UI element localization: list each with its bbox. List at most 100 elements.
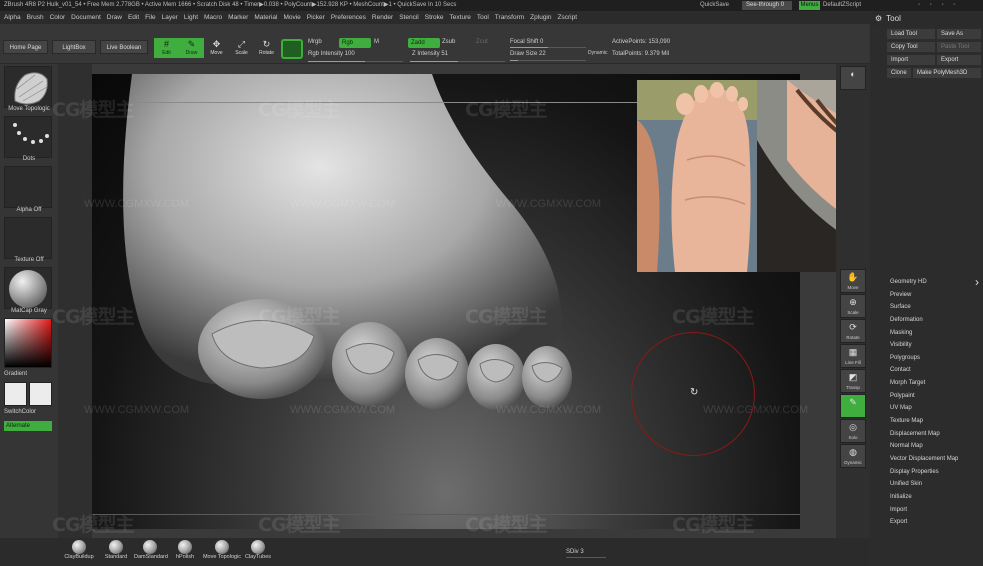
home-page-button[interactable]: Home Page	[3, 40, 48, 54]
window-controls[interactable]: ◦ ◦ ◦ ◦	[918, 0, 960, 11]
menu-draw[interactable]: Draw	[104, 11, 125, 24]
menu-marker[interactable]: Marker	[225, 11, 251, 24]
menu-preferences[interactable]: Preferences	[328, 11, 369, 24]
m-button[interactable]: M	[374, 39, 379, 45]
menu-color[interactable]: Color	[47, 11, 69, 24]
active-tool-button[interactable]: ✎	[840, 394, 866, 418]
alpha-selector[interactable]	[4, 166, 52, 208]
menu-light[interactable]: Light	[181, 11, 201, 24]
draw-size-slider[interactable]: Draw Size 22	[510, 51, 546, 57]
menu-zplugin[interactable]: Zplugin	[527, 11, 554, 24]
focal-shift-track[interactable]	[510, 47, 586, 48]
switch-color-button[interactable]: SwitchColor	[4, 409, 54, 415]
sdiv-track[interactable]	[566, 557, 606, 558]
brush-claybuildup[interactable]: ClayBuildup	[63, 540, 95, 566]
save-as-button[interactable]: Save As	[937, 29, 981, 39]
subpalette-geometry-hd[interactable]: Geometry HD	[890, 276, 983, 289]
live-boolean-button[interactable]: Live Boolean	[100, 40, 148, 54]
menu-render[interactable]: Render	[369, 11, 396, 24]
zadd-button[interactable]: Zadd	[408, 38, 440, 48]
move-mode-button[interactable]: ✥ Move	[204, 38, 229, 58]
menu-stencil[interactable]: Stencil	[396, 11, 422, 24]
menu-macro[interactable]: Macro	[201, 11, 225, 24]
brush-damstandard[interactable]: DamStandard	[134, 540, 168, 566]
rgb-intensity-slider[interactable]: Rgb Intensity 100	[308, 51, 355, 57]
menu-movie[interactable]: Movie	[280, 11, 303, 24]
subpalette-texture-map[interactable]: Texture Map	[890, 415, 983, 428]
menu-alpha[interactable]: Alpha	[0, 11, 24, 24]
menus-toggle[interactable]: Menus	[799, 1, 820, 10]
subpalette-masking[interactable]: Masking	[890, 327, 983, 340]
brush-move-topologic[interactable]: Move Topologic	[200, 540, 244, 566]
brush-standard[interactable]: Standard	[100, 540, 132, 566]
material-sphere-icon[interactable]	[281, 39, 303, 59]
menu-document[interactable]: Document	[68, 11, 104, 24]
zcut-button[interactable]: Zcut	[476, 39, 488, 45]
tool-panel-header[interactable]: ⚙ Tool	[870, 11, 983, 27]
texture-selector[interactable]	[4, 217, 52, 259]
menu-texture[interactable]: Texture	[447, 11, 474, 24]
z-intensity-slider[interactable]: Z Intensity 51	[412, 51, 448, 57]
subpalette-preview[interactable]: Preview	[890, 289, 983, 302]
menu-material[interactable]: Material	[251, 11, 280, 24]
dynamic-view-button[interactable]: ◍ Dynamic	[840, 444, 866, 468]
subpalette-visibility[interactable]: Visibility	[890, 339, 983, 352]
subpalette-normal-map[interactable]: Normal Map	[890, 440, 983, 453]
transp-button[interactable]: ◩ Transp	[840, 369, 866, 393]
subpalette-display-properties[interactable]: Display Properties	[890, 466, 983, 479]
sdiv-slider[interactable]: SDiv 3	[566, 549, 584, 555]
secondary-color-swatch[interactable]	[29, 382, 52, 406]
paste-tool-button[interactable]: Paste Tool	[937, 42, 981, 52]
menu-zscript[interactable]: Zscript	[555, 11, 581, 24]
rotate-view-button[interactable]: ⟳ Rotate	[840, 319, 866, 343]
subpalette-unified-skin[interactable]: Unified Skin	[890, 478, 983, 491]
main-color-swatch[interactable]	[4, 382, 27, 406]
rgb-button[interactable]: Rgb	[339, 38, 371, 48]
subpalette-export[interactable]: Export	[890, 516, 983, 529]
menu-file[interactable]: File	[142, 11, 158, 24]
menu-picker[interactable]: Picker	[304, 11, 328, 24]
subpalette-uv-map[interactable]: UV Map	[890, 402, 983, 415]
lightbox-button[interactable]: LightBox	[52, 40, 96, 54]
brush-hpolish[interactable]: hPolish	[169, 540, 201, 566]
scale-mode-button[interactable]: ⤢ Scale	[229, 38, 254, 58]
solo-button[interactable]: ◎ Solo	[840, 419, 866, 443]
stroke-selector[interactable]	[4, 116, 52, 158]
persp-icon[interactable]: ◐	[840, 66, 866, 90]
z-intensity-track[interactable]	[410, 61, 505, 62]
default-zscript-button[interactable]: DefaultZScript	[823, 0, 861, 11]
see-through-slider[interactable]: See-through 0	[742, 1, 792, 10]
line-fill-button[interactable]: ▦ Line Fill	[840, 344, 866, 368]
subpalette-polygroups[interactable]: Polygroups	[890, 352, 983, 365]
menu-edit[interactable]: Edit	[125, 11, 142, 24]
subpalette-initialize[interactable]: Initialize	[890, 491, 983, 504]
dynamic-toggle[interactable]: Dynamic	[588, 50, 607, 56]
make-polymesh-button[interactable]: Make PolyMesh3D	[913, 68, 981, 78]
copy-tool-button[interactable]: Copy Tool	[887, 42, 935, 52]
draw-size-track[interactable]	[510, 60, 586, 61]
brush-claytubes[interactable]: ClayTubes	[242, 540, 274, 566]
subpalette-displacement-map[interactable]: Displacement Map	[890, 428, 983, 441]
subpalette-polypaint[interactable]: Polypaint	[890, 390, 983, 403]
export-button[interactable]: Export	[937, 55, 981, 65]
subpalette-deformation[interactable]: Deformation	[890, 314, 983, 327]
menu-brush[interactable]: Brush	[24, 11, 47, 24]
zsub-button[interactable]: Zsub	[442, 39, 455, 45]
load-tool-button[interactable]: Load Tool	[887, 29, 935, 39]
clone-button[interactable]: Clone	[887, 68, 911, 78]
subpalette-morph-target[interactable]: Morph Target	[890, 377, 983, 390]
rgb-intensity-track[interactable]	[308, 61, 403, 62]
subpalette-vector-displacement-map[interactable]: Vector Displacement Map	[890, 453, 983, 466]
rotate-mode-button[interactable]: ↻ Rotate	[254, 38, 279, 58]
subpalette-surface[interactable]: Surface	[890, 301, 983, 314]
material-selector[interactable]	[4, 267, 52, 309]
mrgb-button[interactable]: Mrgb	[308, 39, 322, 45]
subpalette-contact[interactable]: Contact	[890, 364, 983, 377]
import-button[interactable]: Import	[887, 55, 935, 65]
quicksave-button[interactable]: QuickSave	[700, 0, 729, 11]
draw-mode-button[interactable]: ✎ Draw	[179, 38, 204, 58]
menu-transform[interactable]: Transform	[492, 11, 527, 24]
menu-layer[interactable]: Layer	[159, 11, 181, 24]
menu-stroke[interactable]: Stroke	[422, 11, 447, 24]
chevron-right-icon[interactable]: ›	[975, 275, 979, 289]
